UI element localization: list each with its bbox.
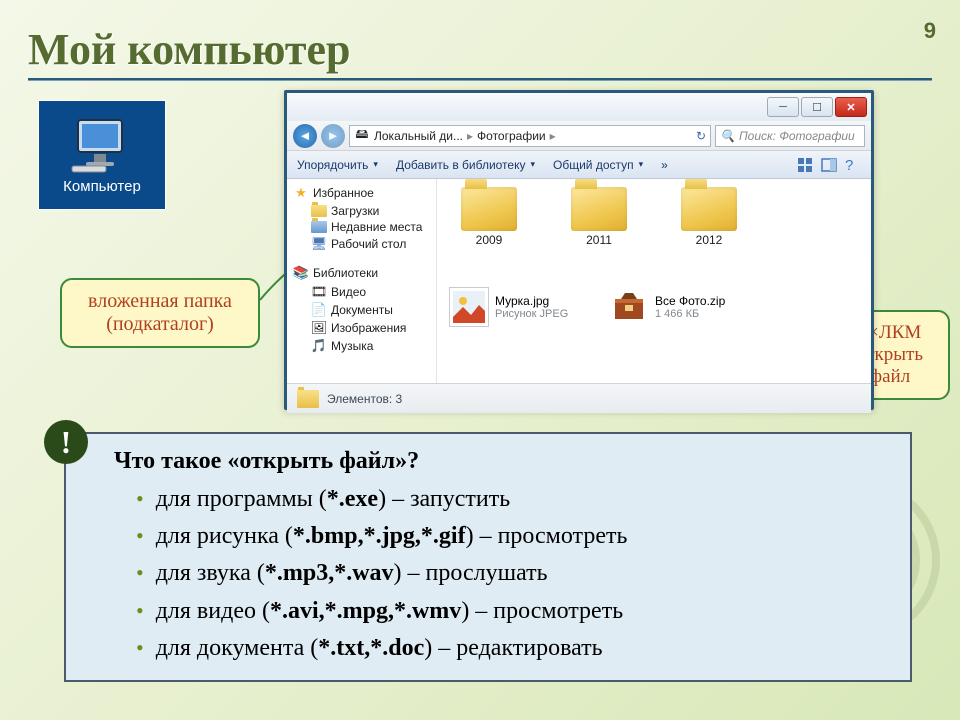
sidebar-item-music[interactable]: 🎵Музыка bbox=[293, 337, 436, 355]
callout-text: вложенная папка bbox=[88, 290, 232, 312]
list-item: для рисунка (*.bmp,*.jpg,*.gif) – просмо… bbox=[136, 518, 892, 555]
breadcrumb[interactable]: 🖴 Локальный ди... ▸ Фотографии ▸ ↻ bbox=[349, 125, 711, 147]
sidebar: ★Избранное Загрузки Недавние места 🖥Рабо… bbox=[287, 179, 437, 383]
refresh-icon[interactable]: ↻ bbox=[696, 129, 706, 143]
computer-desktop-icon[interactable]: Компьютер bbox=[38, 100, 166, 210]
explorer-window: ─ ☐ ✕ ◄ ► 🖴 Локальный ди... ▸ Фотографии… bbox=[284, 90, 874, 410]
share-menu[interactable]: Общий доступ bbox=[553, 158, 643, 172]
list-item: для программы (*.exe) – запустить bbox=[136, 481, 892, 518]
sidebar-item-downloads[interactable]: Загрузки bbox=[293, 203, 436, 219]
drive-icon: 🖴 bbox=[354, 128, 370, 144]
star-icon: ★ bbox=[293, 185, 309, 201]
folder-icon bbox=[571, 187, 627, 231]
sidebar-item-video[interactable]: 🎞Видео bbox=[293, 283, 436, 301]
desktop-icon: 🖥 bbox=[311, 236, 327, 252]
attention-badge: ! bbox=[44, 420, 88, 464]
preview-pane-icon[interactable] bbox=[821, 157, 837, 173]
video-icon: 🎞 bbox=[311, 284, 327, 300]
callout-text: (подкаталог) bbox=[106, 313, 214, 335]
status-text: Элементов: 3 bbox=[327, 392, 402, 406]
sidebar-libraries[interactable]: 📚Библиотеки bbox=[293, 263, 436, 283]
organize-menu[interactable]: Упорядочить bbox=[297, 158, 378, 172]
folder-icon bbox=[311, 205, 327, 217]
callout-text: файл bbox=[870, 366, 910, 387]
document-icon: 📄 bbox=[311, 302, 327, 318]
image-icon: 🖼 bbox=[311, 320, 327, 336]
folder-icon bbox=[311, 221, 327, 233]
forward-button[interactable]: ► bbox=[321, 124, 345, 148]
info-box: Что такое «открыть файл»? для программы … bbox=[64, 432, 912, 682]
folder-2011[interactable]: 2011 bbox=[559, 187, 639, 247]
folder-2009[interactable]: 2009 bbox=[449, 187, 529, 247]
archive-icon bbox=[609, 287, 649, 327]
folder-icon bbox=[297, 390, 319, 408]
monitor-icon bbox=[70, 116, 134, 174]
status-bar: Элементов: 3 bbox=[287, 383, 871, 413]
info-heading: Что такое «открыть файл»? bbox=[114, 448, 892, 475]
page-number: 9 bbox=[924, 18, 936, 44]
search-icon: 🔍 bbox=[720, 129, 735, 143]
file-size: 1 466 КБ bbox=[655, 308, 725, 320]
file-murka-jpg[interactable]: Мурка.jpgРисунок JPEG bbox=[449, 287, 579, 327]
file-name: Все Фото.zip bbox=[655, 294, 725, 308]
file-name: Мурка.jpg bbox=[495, 294, 568, 308]
image-thumbnail bbox=[449, 287, 489, 327]
file-pane[interactable]: 2009 2011 2012 Мурка.jpgРисунок JPEG Все… bbox=[437, 179, 871, 383]
list-item: для звука (*.mp3,*.wav) – прослушать bbox=[136, 555, 892, 592]
chevron-right-icon: ▸ bbox=[550, 129, 556, 143]
sidebar-item-desktop[interactable]: 🖥Рабочий стол bbox=[293, 235, 436, 253]
title-underline bbox=[28, 78, 932, 81]
sidebar-item-images[interactable]: 🖼Изображения bbox=[293, 319, 436, 337]
maximize-button[interactable]: ☐ bbox=[801, 97, 833, 117]
search-input[interactable]: 🔍 Поиск: Фотографии bbox=[715, 125, 865, 147]
breadcrumb-folder: Фотографии bbox=[477, 129, 546, 143]
close-button[interactable]: ✕ bbox=[835, 97, 867, 117]
libraries-icon: 📚 bbox=[293, 265, 309, 281]
sidebar-item-documents[interactable]: 📄Документы bbox=[293, 301, 436, 319]
sidebar-favorites[interactable]: ★Избранное bbox=[293, 183, 436, 203]
folder-icon bbox=[461, 187, 517, 231]
slide-title: Мой компьютер bbox=[28, 24, 350, 75]
file-all-photos-zip[interactable]: Все Фото.zip1 466 КБ bbox=[609, 287, 739, 327]
music-icon: 🎵 bbox=[311, 338, 327, 354]
list-item: для документа (*.txt,*.doc) – редактиров… bbox=[136, 630, 892, 667]
toolbar: Упорядочить Добавить в библиотеку Общий … bbox=[287, 151, 871, 179]
nav-bar: ◄ ► 🖴 Локальный ди... ▸ Фотографии ▸ ↻ 🔍… bbox=[287, 121, 871, 151]
chevron-right-icon: ▸ bbox=[467, 129, 473, 143]
folder-icon bbox=[681, 187, 737, 231]
computer-icon-label: Компьютер bbox=[63, 178, 141, 195]
burn-button[interactable]: » bbox=[661, 158, 668, 172]
sidebar-item-recent[interactable]: Недавние места bbox=[293, 219, 436, 235]
list-item: для видео (*.avi,*.mpg,*.wmv) – просмотр… bbox=[136, 593, 892, 630]
folder-2012[interactable]: 2012 bbox=[669, 187, 749, 247]
window-titlebar: ─ ☐ ✕ bbox=[287, 93, 871, 121]
back-button[interactable]: ◄ bbox=[293, 124, 317, 148]
breadcrumb-disk: Локальный ди... bbox=[374, 129, 463, 143]
file-type: Рисунок JPEG bbox=[495, 308, 568, 320]
view-icon[interactable] bbox=[797, 157, 813, 173]
help-icon[interactable]: ? bbox=[845, 157, 861, 173]
search-placeholder: Поиск: Фотографии bbox=[739, 129, 855, 143]
minimize-button[interactable]: ─ bbox=[767, 97, 799, 117]
callout-subfolder: вложенная папка (подкаталог) bbox=[60, 278, 260, 348]
add-library-menu[interactable]: Добавить в библиотеку bbox=[396, 158, 535, 172]
